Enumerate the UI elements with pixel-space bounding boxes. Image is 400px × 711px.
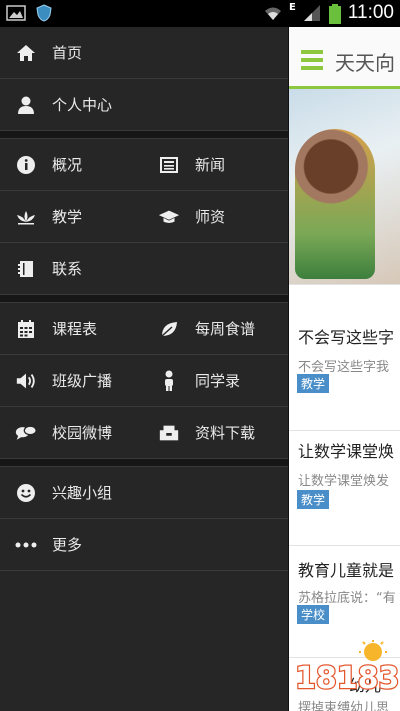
user-icon [15,94,37,116]
banner-image[interactable] [289,89,400,284]
battery-icon [328,4,342,24]
news-snippet: 苏格拉底说：“有 [298,591,396,606]
network-type-label: E [289,1,296,13]
leaf-icon [158,318,180,340]
drawer-item-campus-weibo[interactable]: 校园微博 [0,407,144,458]
drawer-item-teaching[interactable]: 教学 [0,191,144,242]
drawer-item-label: 新闻 [195,156,226,174]
news-icon [158,154,180,176]
drawer-divider [0,131,288,139]
menu-icon[interactable] [301,50,323,74]
news-snippet: 让数学课堂焕发 [298,474,390,489]
calendar-icon [15,318,37,340]
drawer-item-label: 课程表 [52,320,98,338]
info-icon [15,154,37,176]
drawer-row: 教学 师资 [0,191,288,243]
drawer-item-label: 师资 [195,208,226,226]
drawer-row: 个人中心 [0,79,288,131]
drawer-item-news[interactable]: 新闻 [144,139,288,190]
news-snippet: 不会写这些字我 [298,360,390,375]
drawer-item-weekly-menu[interactable]: 每周食谱 [144,303,288,354]
drawer-item-label: 首页 [52,44,83,62]
smiley-icon [15,482,37,504]
speaker-icon [15,370,37,392]
svg-text:18183: 18183 [295,661,399,696]
main-content: 天天向 不会写这些字 不会写这些字我 教学 让数学课堂焕 让数学课堂焕发 教学 … [289,27,400,711]
drawer-item-label: 概况 [52,156,83,174]
drawer-item-classmates[interactable]: 同学录 [144,355,288,406]
drawer-row: 联系 [0,243,288,295]
drawer-row: 班级广播 同学录 [0,355,288,407]
navigation-drawer: 首页 个人中心 概况 新闻 教学 师资 联系 课程表 每周食谱 班级广播 同学录… [0,27,289,711]
news-title: 教育儿童就是 [298,561,395,580]
drawer-item-label: 更多 [52,536,83,554]
address-book-icon [15,258,37,280]
drawer-item-home[interactable]: 首页 [0,27,82,78]
drawer-item-more[interactable]: 更多 [0,519,82,570]
drawer-row: 校园微博 资料下载 [0,407,288,459]
signal-icon [302,4,322,22]
drawer-row: 首页 [0,27,288,79]
banner-photo [295,129,375,279]
drawer-item-label: 班级广播 [52,372,113,390]
drawer-item-label: 同学录 [195,372,241,390]
drawer-divider [0,295,288,303]
drawer-item-profile[interactable]: 个人中心 [0,79,112,130]
person-icon [158,370,180,392]
drawer-item-label: 个人中心 [52,96,113,114]
drawer-item-label: 资料下载 [195,424,256,442]
shield-icon [34,4,54,22]
app-bar: 天天向 [289,27,400,89]
drawer-row: 概况 新闻 [0,139,288,191]
news-title: 让数学课堂焕 [298,442,395,461]
drawer-item-overview[interactable]: 概况 [0,139,144,190]
gallery-icon [6,4,26,22]
drawer-row: 更多 [0,519,288,571]
drawer-item-class-broadcast[interactable]: 班级广播 [0,355,144,406]
drawer-item-label: 兴趣小组 [52,484,113,502]
lotus-icon [15,206,37,228]
chat-bubbles-icon [15,422,37,444]
drawer-row: 课程表 每周食谱 [0,303,288,355]
more-dots-icon [15,534,37,556]
drawer-item-teachers[interactable]: 师资 [144,191,288,242]
app-title: 天天向 [335,51,395,75]
drawer-item-label: 教学 [52,208,83,226]
home-icon [15,42,37,64]
drawer-item-timetable[interactable]: 课程表 [0,303,144,354]
watermark-logo: 18183 [293,640,400,700]
drawer-item-contact[interactable]: 联系 [0,243,82,294]
drawer-item-label: 校园微博 [52,424,113,442]
drawer-item-label: 联系 [52,260,83,278]
drawer-item-interest-groups[interactable]: 兴趣小组 [0,467,112,518]
news-tag: 教学 [297,490,330,509]
download-box-icon [158,422,180,444]
drawer-item-label: 每周食谱 [195,320,256,338]
graduation-cap-icon [158,206,180,228]
clock: 11:00 [347,2,394,23]
status-bar: E 11:00 [0,0,400,27]
wifi-icon [263,4,283,22]
news-tag: 教学 [297,374,330,393]
drawer-item-downloads[interactable]: 资料下载 [144,407,288,458]
drawer-divider [0,459,288,467]
drawer-row: 兴趣小组 [0,467,288,519]
news-tag: 学校 [297,605,330,624]
news-title: 不会写这些字 [298,328,395,347]
